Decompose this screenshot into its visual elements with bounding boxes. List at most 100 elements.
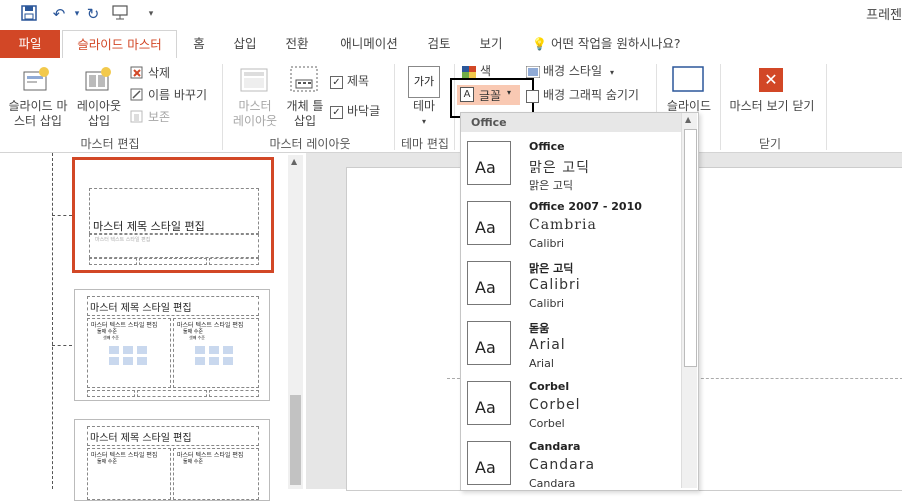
slide-size-icon[interactable] <box>672 66 704 97</box>
footer-placeholder <box>87 390 135 397</box>
font-theme-name: 맑은 고딕 <box>529 262 574 275</box>
insert-placeholder-line2: 삽입 <box>293 114 317 128</box>
insert-slide-master-line2: 스터 삽입 <box>14 114 62 128</box>
font-preview-thumbnail: Aa <box>467 261 511 305</box>
delete-button[interactable]: 삭제 <box>148 66 170 81</box>
tab-review[interactable]: 검토 <box>422 30 456 58</box>
font-heading-name: Cambria <box>529 217 597 233</box>
slide-thumbnail-pane: 마스터 제목 스타일 편집 마스터 텍스트 스타일 편집 마스터 제목 스타일 … <box>0 153 305 501</box>
theme-icon[interactable]: 가가 <box>408 66 440 98</box>
insert-slide-master-line1: 슬라이드 마 <box>8 99 68 113</box>
insert-layout-line2: 삽입 <box>87 114 111 128</box>
thumbnail-subtitle: 마스터 텍스트 스타일 편집 <box>95 237 151 243</box>
footer-checkbox[interactable]: ✓ <box>330 106 343 119</box>
font-body-name: Arial <box>529 357 554 370</box>
thumbnail-body: 둘째 수준 <box>183 459 203 465</box>
customize-qat-icon[interactable]: ▾ <box>142 5 160 23</box>
thumbnail-body: 둘째 수준 <box>97 459 117 465</box>
insert-slide-master-button[interactable]: 슬라이드 마 스터 삽입 <box>2 99 74 129</box>
close-master-view-icon[interactable]: ✕ <box>759 68 783 92</box>
rename-icon[interactable] <box>130 88 144 105</box>
font-body-name: Candara <box>529 477 576 490</box>
delete-icon[interactable] <box>130 66 144 83</box>
ribbon: 슬라이드 마 스터 삽입 레이아웃 삽입 삭제 이름 바꾸기 보존 마스터 편집… <box>0 58 902 153</box>
insert-slide-master-icon[interactable] <box>22 66 50 97</box>
font-preview-label: Aa <box>475 218 496 237</box>
rename-button[interactable]: 이름 바꾸기 <box>148 88 207 103</box>
group-label-master-layout: 마스터 레이아웃 <box>269 137 351 151</box>
font-theme-name: Office <box>529 140 565 153</box>
tab-animations[interactable]: 애니메이션 <box>334 30 404 58</box>
fonts-menu-header: Office <box>461 113 681 132</box>
font-preview-label: Aa <box>475 278 496 297</box>
fonts-dropdown-icon: ▾ <box>507 88 512 97</box>
insert-layout-line1: 레이아웃 <box>76 99 122 113</box>
group-label-edit-theme: 테마 편집 <box>401 137 449 151</box>
title-checkbox[interactable]: ✓ <box>330 76 343 89</box>
fonts-dropdown-menu: Office Aa Office 맑은 고딕 맑은 고딕 Aa Office 2… <box>460 112 699 491</box>
slide-thumbnail-2[interactable]: 마스터 제목 스타일 편집 마스터 텍스트 스타일 편집 둘째 수준 셋째 수준… <box>74 289 270 401</box>
font-preview-label: Aa <box>475 458 496 477</box>
insert-layout-button[interactable]: 레이아웃 삽입 <box>72 99 126 129</box>
font-option-corbel[interactable]: Aa Corbel Corbel Corbel <box>461 374 681 434</box>
font-option-malgun-gothic[interactable]: Aa 맑은 고딕 Calibri Calibri <box>461 254 681 314</box>
theme-dropdown-icon: ▾ <box>421 117 426 126</box>
insert-placeholder-line1: 개체 틀 <box>286 99 324 113</box>
thumbnail-body: 둘째 수준 <box>97 329 117 335</box>
undo-icon[interactable]: ↶ <box>50 5 68 23</box>
master-layout-line2: 레이아웃 <box>232 114 278 128</box>
background-style-dropdown-icon: ▾ <box>610 68 615 77</box>
footer-placeholder <box>137 390 207 397</box>
insert-placeholder-button[interactable]: 개체 틀 삽입 <box>282 99 328 129</box>
tab-slide-master[interactable]: 슬라이드 마스터 <box>62 30 177 59</box>
save-icon[interactable] <box>20 5 38 23</box>
footer-placeholder <box>209 258 259 265</box>
colors-button[interactable]: 색 <box>480 64 491 79</box>
fonts-label: 글꼴 <box>479 89 502 103</box>
font-body-name: Calibri <box>529 237 565 250</box>
scroll-thumb[interactable] <box>684 129 697 367</box>
tab-home[interactable]: 홈 <box>183 30 215 58</box>
master-layout-icon <box>240 68 268 97</box>
tell-me-box[interactable]: 💡 어떤 작업을 원하시나요? <box>532 30 692 58</box>
present-from-start-icon[interactable] <box>112 5 130 23</box>
ribbon-tabs: 파일 슬라이드 마스터 홈 삽입 전환 애니메이션 검토 보기 💡 어떤 작업을… <box>0 30 902 59</box>
app-title: 프레젠 <box>866 8 902 23</box>
background-style-button[interactable]: 배경 스타일 <box>543 64 602 79</box>
fonts-menu-scrollbar[interactable]: ▲ <box>681 113 697 488</box>
font-option-office-2007-2010[interactable]: Aa Office 2007 - 2010 Cambria Calibri <box>461 194 681 254</box>
redo-icon[interactable]: ↻ <box>84 5 102 23</box>
font-heading-name: Corbel <box>529 397 581 413</box>
font-body-name: Calibri <box>529 297 565 310</box>
hide-background-graphics-checkbox[interactable] <box>526 90 539 103</box>
theme-button[interactable]: 테마 ▾ <box>402 99 446 129</box>
footer-checkbox-label: 바닥글 <box>347 104 381 118</box>
tab-view[interactable]: 보기 <box>474 30 508 58</box>
scroll-up-icon[interactable]: ▲ <box>685 115 691 124</box>
master-layout-button: 마스터 레이아웃 <box>226 99 284 129</box>
tab-file[interactable]: 파일 <box>0 30 60 58</box>
font-preview-thumbnail: Aa <box>467 441 511 485</box>
font-option-office[interactable]: Aa Office 맑은 고딕 맑은 고딕 <box>461 134 681 194</box>
slide-thumbnail-1[interactable]: 마스터 제목 스타일 편집 마스터 텍스트 스타일 편집 <box>72 157 274 273</box>
thumbnail-body: 둘째 수준 <box>183 329 203 335</box>
scroll-thumb[interactable] <box>290 395 301 485</box>
scroll-up-icon[interactable]: ▲ <box>291 157 297 166</box>
font-body-name: 맑은 고딕 <box>529 179 573 192</box>
background-style-icon[interactable] <box>525 65 541 81</box>
insert-layout-icon[interactable] <box>84 66 112 97</box>
group-label-close: 닫기 <box>758 137 782 151</box>
group-separator <box>394 64 395 150</box>
insert-placeholder-icon[interactable] <box>290 66 318 97</box>
thumbnail-pane-scrollbar[interactable]: ▲ <box>288 155 303 489</box>
thumbnail-body: 셋째 수준 <box>189 335 205 340</box>
tab-insert[interactable]: 삽입 <box>228 30 262 58</box>
font-option-candara[interactable]: Aa Candara Candara Candara <box>461 434 681 494</box>
hierarchy-connector <box>52 215 72 216</box>
tell-me-text: 어떤 작업을 원하시나요? <box>550 36 681 51</box>
font-theme-name: Candara <box>529 440 581 453</box>
fonts-button[interactable]: A 글꼴 ▾ <box>457 85 520 105</box>
close-master-view-button[interactable]: 마스터 보기 닫기 <box>722 99 822 114</box>
font-option-dotum[interactable]: Aa 돋움 Arial Arial <box>461 314 681 374</box>
tab-transitions[interactable]: 전환 <box>280 30 314 58</box>
